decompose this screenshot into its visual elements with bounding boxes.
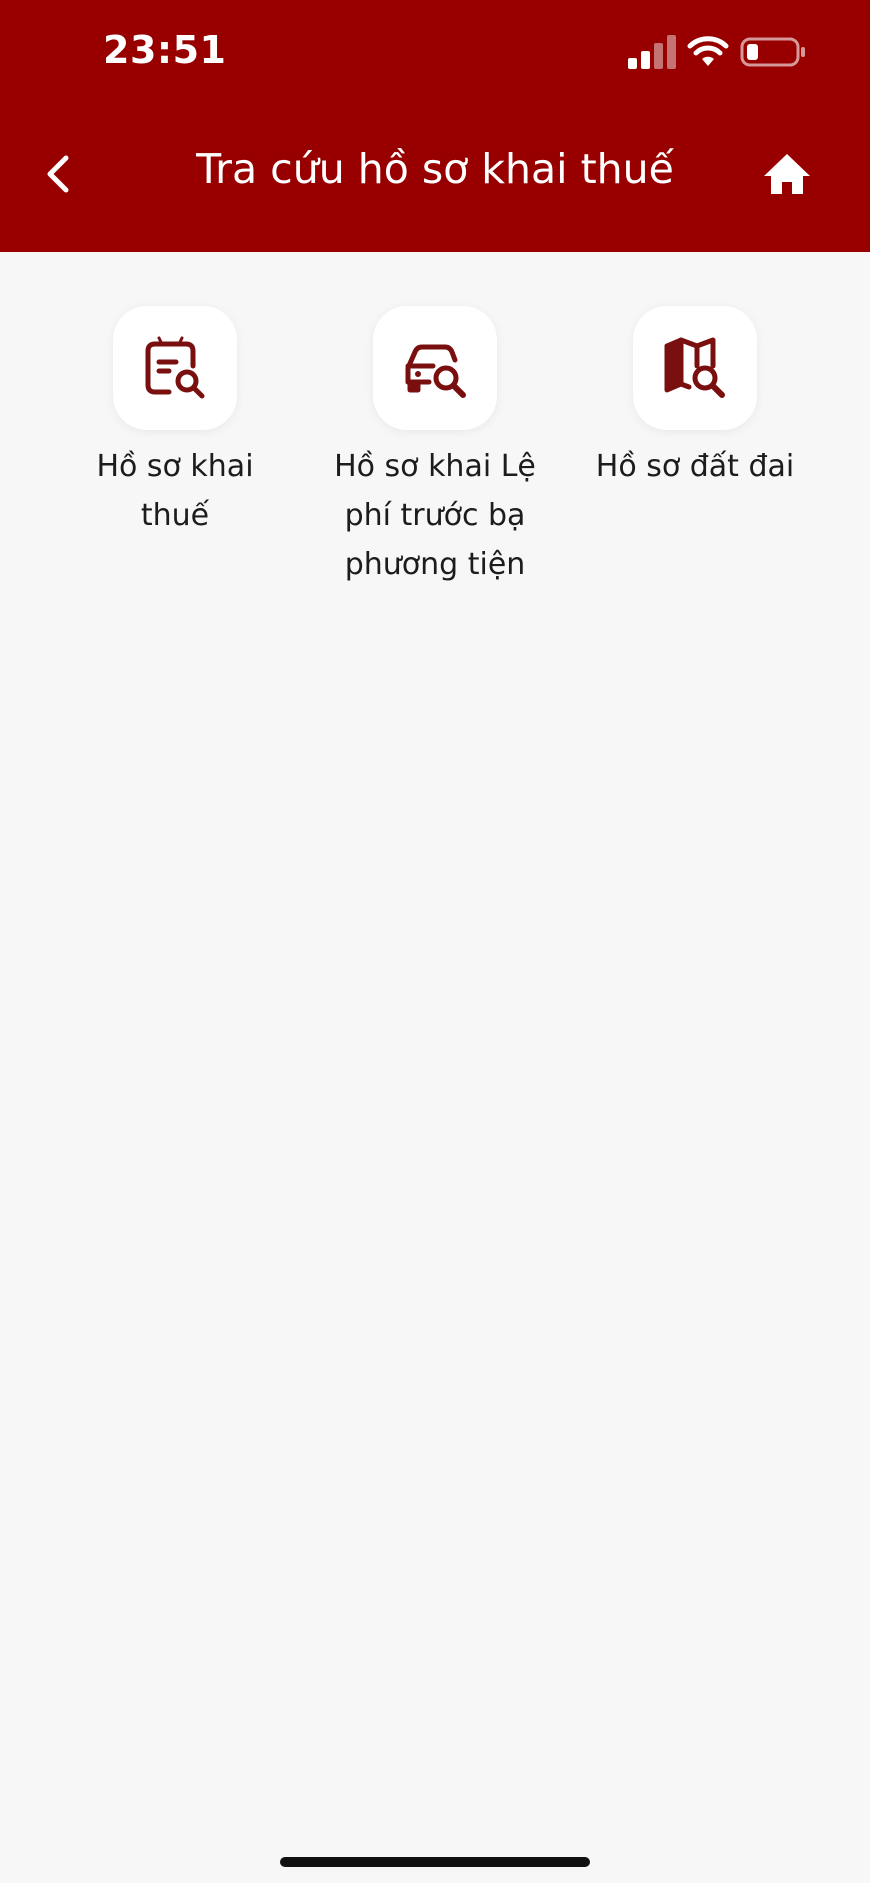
vehicle-search-icon bbox=[405, 344, 466, 398]
battery-icon bbox=[740, 37, 805, 67]
page-title: Tra cứu hồ sơ khai thuế bbox=[196, 145, 674, 193]
menu-item-label: Hồ sơ đất đai bbox=[595, 449, 795, 484]
menu-item-label: Hồ sơ khai thuế bbox=[96, 449, 254, 533]
signal-icon bbox=[628, 35, 676, 69]
menu-item-label: Hồ sơ khai Lệ phí trước bạ phương tiện bbox=[334, 449, 536, 582]
home-button[interactable] bbox=[760, 150, 814, 198]
tax-document-search-icon bbox=[145, 336, 205, 399]
home-indicator[interactable] bbox=[280, 1857, 590, 1867]
menu-tile bbox=[633, 306, 757, 430]
wifi-icon bbox=[687, 36, 729, 66]
menu-item-vehicle-registration-fee[interactable]: Hồ sơ khai Lệ phí trước bạ phương tiện bbox=[315, 306, 555, 589]
land-map-search-icon bbox=[664, 337, 725, 398]
back-button[interactable] bbox=[32, 140, 84, 208]
menu-tile bbox=[373, 306, 497, 430]
menu-item-tax-declaration[interactable]: Hồ sơ khai thuế bbox=[55, 306, 295, 540]
menu-tile bbox=[113, 306, 237, 430]
home-icon bbox=[764, 154, 810, 194]
chevron-left-icon bbox=[47, 155, 69, 193]
app-header: 23:51 Tra cứu hồ sơ khai thuế bbox=[0, 0, 870, 252]
menu-item-land-records[interactable]: Hồ sơ đất đai bbox=[575, 306, 815, 491]
status-time: 23:51 bbox=[103, 28, 227, 72]
